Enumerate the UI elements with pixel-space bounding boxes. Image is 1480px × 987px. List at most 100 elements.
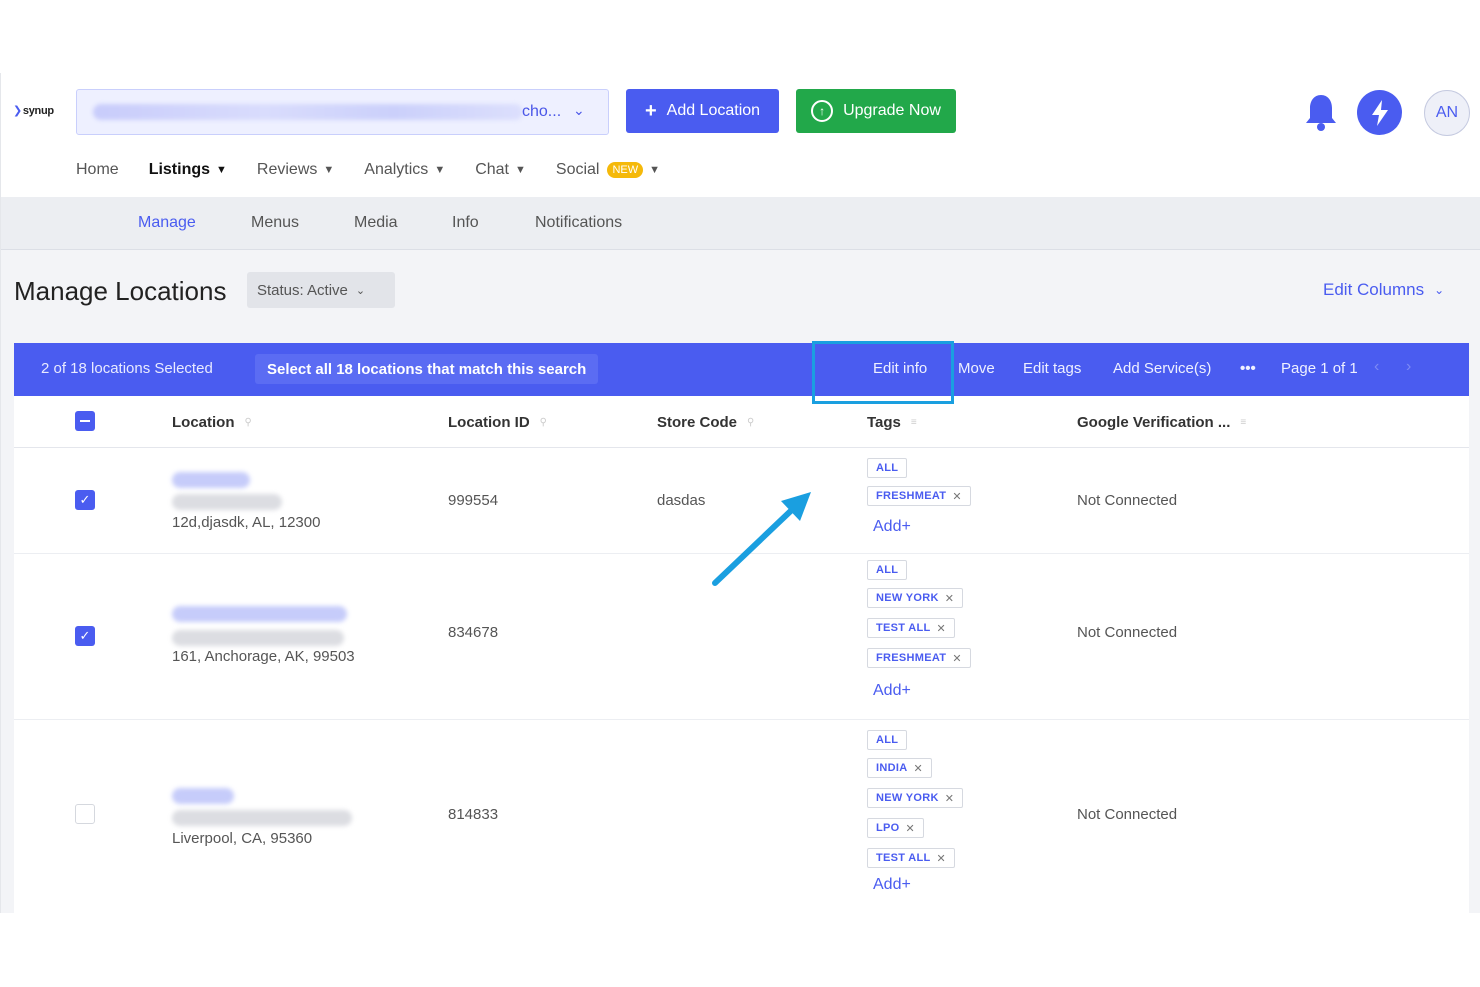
tag-chip[interactable]: FRESHMEAT ✕ — [867, 486, 971, 506]
nav-label: Analytics — [364, 161, 429, 178]
select-all-checkbox[interactable] — [75, 411, 95, 431]
tab-media[interactable]: Media — [354, 214, 398, 232]
nav-reviews[interactable]: Reviews ▼ — [257, 161, 334, 179]
google-verification-status: Not Connected — [1077, 624, 1178, 641]
blurred-location-name — [172, 788, 234, 804]
tag-label: ALL — [876, 564, 899, 576]
tag-label: INDIA — [876, 762, 908, 774]
add-tag-link[interactable]: Add+ — [873, 876, 911, 894]
tag-chip[interactable]: TEST ALL ✕ — [867, 848, 956, 868]
table-header: Location ⚲ Location ID ⚲ Store Code ⚲ Tags ≡… — [14, 396, 1469, 448]
tag-label: TEST ALL — [876, 852, 931, 864]
tab-menus[interactable]: Menus — [251, 214, 299, 232]
arrow-up-circle-icon: ↑ — [811, 100, 834, 122]
filter-icon[interactable]: ≡ — [911, 417, 917, 428]
filter-icon[interactable]: ≡ — [1240, 417, 1246, 428]
add-tag-link[interactable]: Add+ — [873, 682, 911, 700]
chevron-down-icon: ⌄ — [1434, 283, 1445, 297]
synup-logo[interactable]: ❯synup — [13, 104, 54, 117]
close-icon[interactable]: ✕ — [913, 762, 923, 775]
column-google-verification[interactable]: Google Verification ... ≡ — [1077, 414, 1246, 431]
nav-label: Listings — [148, 161, 211, 178]
close-icon[interactable]: ✕ — [952, 652, 962, 665]
minus-icon — [80, 420, 90, 422]
nav-analytics[interactable]: Analytics ▼ — [364, 161, 445, 179]
next-page-icon[interactable]: › — [1406, 358, 1411, 376]
add-tag-link[interactable]: Add+ — [873, 518, 911, 536]
row-checkbox[interactable]: ✓ — [75, 626, 95, 646]
close-icon[interactable]: ✕ — [906, 822, 916, 835]
edit-info-highlight-box — [812, 341, 954, 404]
app-window: ❯synup cho... ⌄ + Add Location ↑ Upgrade… — [0, 73, 1480, 913]
row-checkbox[interactable] — [75, 804, 95, 824]
selection-bar: 2 of 18 locations Selected Select all 18… — [14, 343, 1469, 396]
column-label: Location — [172, 414, 235, 431]
location-address: 161, Anchorage, AK, 99503 — [172, 648, 355, 665]
search-icon[interactable]: ⚲ — [540, 417, 547, 428]
add-services-button[interactable]: Add Service(s) — [1113, 360, 1211, 377]
logo-mark-icon: ❯ — [13, 105, 22, 117]
nav-listings[interactable]: Listings ▼ — [149, 161, 227, 179]
more-actions-button[interactable]: ••• — [1240, 360, 1256, 377]
close-icon[interactable]: ✕ — [937, 852, 947, 865]
google-verification-status: Not Connected — [1077, 492, 1178, 509]
annotation-arrow-icon — [712, 492, 811, 586]
upgrade-now-button[interactable]: ↑ Upgrade Now — [796, 89, 956, 133]
status-filter-dropdown[interactable]: Status: Active ⌄ — [247, 272, 395, 308]
tag-label: ALL — [876, 734, 899, 746]
column-label: Google Verification ... — [1077, 414, 1231, 431]
tag-label: FRESHMEAT — [876, 652, 947, 664]
tag-chip[interactable]: FRESHMEAT ✕ — [867, 648, 971, 668]
tag-chip[interactable]: TEST ALL ✕ — [867, 618, 956, 638]
column-label: Tags — [867, 414, 901, 431]
plus-icon: + — [644, 100, 657, 122]
column-tags[interactable]: Tags ≡ — [867, 414, 917, 431]
location-address: 12d,djasdk, AL, 12300 — [172, 514, 321, 531]
move-button[interactable]: Move — [958, 360, 995, 377]
search-icon[interactable]: ⚲ — [747, 417, 754, 428]
user-avatar[interactable]: AN — [1424, 90, 1470, 136]
page-indicator: Page 1 of 1 — [1281, 360, 1358, 377]
column-store-code[interactable]: Store Code ⚲ — [657, 414, 754, 431]
select-all-button[interactable]: Select all 18 locations that match this … — [255, 354, 599, 384]
close-icon[interactable]: ✕ — [937, 622, 947, 635]
google-verification-status: Not Connected — [1077, 806, 1178, 823]
nav-label: Social — [555, 161, 600, 178]
tag-chip[interactable]: ALL — [867, 560, 908, 580]
tab-notifications[interactable]: Notifications — [535, 214, 622, 232]
tag-chip[interactable]: INDIA ✕ — [867, 758, 932, 778]
tag-label: NEW YORK — [876, 592, 939, 604]
tab-info[interactable]: Info — [452, 214, 479, 232]
table-row[interactable]: Liverpool, CA, 95360 814833 ALL INDIA ✕ N… — [14, 720, 1469, 913]
lightning-icon[interactable] — [1357, 90, 1402, 135]
tag-chip[interactable]: NEW YORK ✕ — [867, 788, 964, 808]
edit-tags-button[interactable]: Edit tags — [1023, 360, 1081, 377]
close-icon[interactable]: ✕ — [945, 792, 955, 805]
nav-social[interactable]: Social NEW ▼ — [556, 161, 660, 179]
prev-page-icon[interactable]: ‹ — [1374, 358, 1379, 376]
bell-icon[interactable] — [1303, 92, 1339, 132]
page-title: Manage Locations — [14, 276, 227, 306]
nav-chat[interactable]: Chat ▼ — [475, 161, 526, 179]
column-location-id[interactable]: Location ID ⚲ — [448, 414, 547, 431]
nav-home[interactable]: Home — [76, 161, 119, 179]
tag-chip[interactable]: ALL — [867, 458, 908, 478]
tag-label: NEW YORK — [876, 792, 939, 804]
tag-chip[interactable]: ALL — [867, 730, 908, 750]
location-selector[interactable]: cho... ⌄ — [76, 89, 609, 135]
tag-chip[interactable]: LPO ✕ — [867, 818, 925, 838]
column-location[interactable]: Location ⚲ — [172, 414, 252, 431]
tag-label: ALL — [876, 462, 899, 474]
chevron-down-icon: ▼ — [649, 164, 661, 176]
column-label: Location ID — [448, 414, 530, 431]
edit-columns-dropdown[interactable]: Edit Columns ⌄ — [1323, 280, 1444, 300]
tab-manage[interactable]: Manage — [138, 214, 196, 232]
search-icon[interactable]: ⚲ — [245, 417, 252, 428]
status-filter-label: Status: Active — [257, 281, 348, 299]
row-checkbox[interactable]: ✓ — [75, 490, 95, 510]
close-icon[interactable]: ✕ — [945, 592, 955, 605]
chevron-down-icon: ▼ — [216, 164, 227, 176]
add-location-button[interactable]: + Add Location — [626, 89, 779, 133]
tag-chip[interactable]: NEW YORK ✕ — [867, 588, 964, 608]
close-icon[interactable]: ✕ — [952, 490, 962, 503]
